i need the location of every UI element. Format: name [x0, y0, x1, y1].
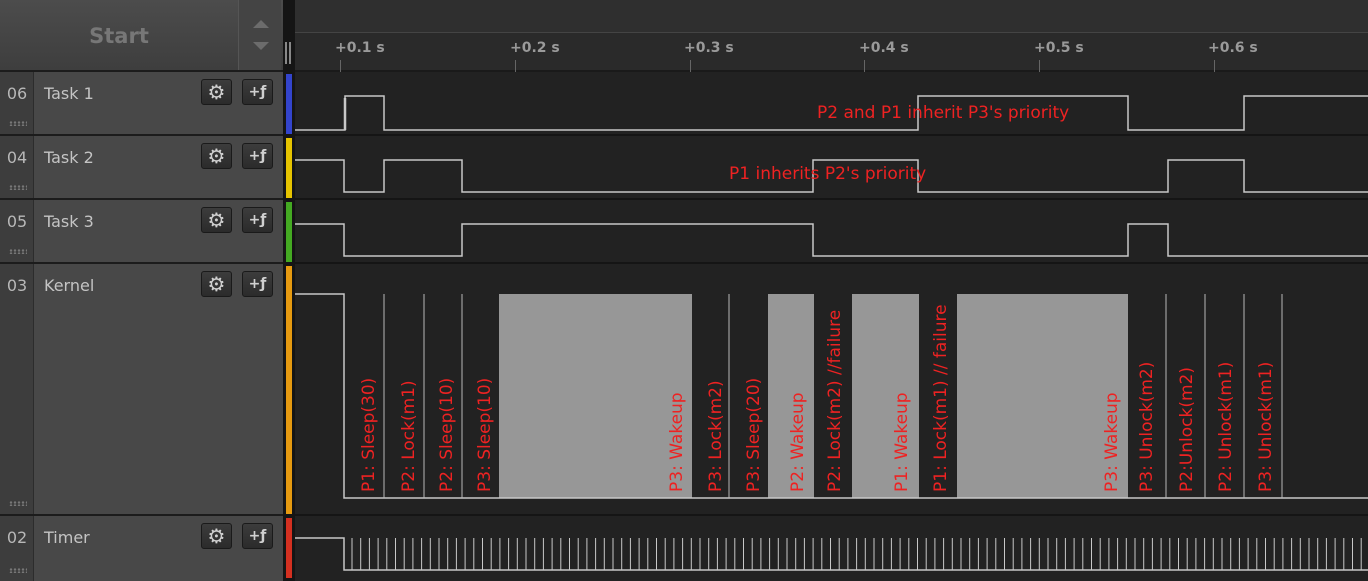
kernel-event-label: P3: Wakeup: [1102, 392, 1122, 492]
scroll-up-icon[interactable]: [253, 20, 269, 28]
ruler-scrollbar[interactable]: [295, 0, 1368, 33]
scroll-down-icon[interactable]: [253, 42, 269, 50]
channel-color-kernel: [286, 266, 292, 514]
start-button[interactable]: Start: [0, 0, 238, 72]
trace-task3: [295, 223, 1368, 257]
channel-number-cell: 04: [0, 136, 34, 198]
ruler-tick-mark: [1039, 60, 1040, 72]
trigger-add-button[interactable]: +ƒ: [242, 143, 273, 169]
channel-name: Task 1: [44, 84, 94, 103]
kernel-event-label: P2: Sleep(10): [437, 377, 457, 492]
annotation-task1: P2 and P1 inherit P3's priority: [817, 103, 1070, 123]
kernel-event-label: P1: Wakeup: [892, 392, 912, 492]
ruler-tick-mark: [1214, 60, 1215, 72]
kernel-event-label: P3: Sleep(10): [475, 377, 495, 492]
ruler-tick-mark: [690, 60, 691, 72]
ruler-tick-label: +0.1 s: [335, 40, 385, 56]
drag-handle-icon[interactable]: [9, 501, 27, 506]
ruler-tick-label: +0.6 s: [1208, 40, 1258, 56]
kernel-event-label: P1: Lock(m1) // failure: [931, 304, 951, 492]
channel-number: 03: [6, 276, 28, 295]
ruler-tick-label: +0.4 s: [859, 40, 909, 56]
ruler-tick-mark: [340, 60, 341, 72]
kernel-event-label: P3: Sleep(20): [744, 377, 764, 492]
channel-number: 06: [6, 84, 28, 103]
settings-gear-icon[interactable]: ⚙: [201, 143, 232, 169]
ruler-tick-label: +0.2 s: [510, 40, 560, 56]
channel-row-task3[interactable]: 05 Task 3 ⚙ +ƒ: [0, 200, 283, 264]
kernel-event-label: P2: Unlock(m1): [1216, 361, 1236, 492]
trigger-add-button[interactable]: +ƒ: [242, 207, 273, 233]
channel-color-stripe: [283, 0, 295, 581]
header-scroller[interactable]: [238, 0, 281, 70]
channel-row-task2[interactable]: 04 Task 2 ⚙ +ƒ: [0, 136, 283, 200]
channel-number: 04: [6, 148, 28, 167]
channel-number-cell: 03: [0, 264, 34, 514]
kernel-event-label: P2: Wakeup: [788, 392, 808, 492]
channel-color-timer: [286, 518, 292, 578]
channel-number: 05: [6, 212, 28, 231]
kernel-event-label: P3: Wakeup: [667, 392, 687, 492]
channel-row-task1[interactable]: 06 Task 1 ⚙ +ƒ: [0, 72, 283, 136]
kernel-event-label: P2:Unlock(m2): [1177, 367, 1197, 492]
channel-number-cell: 06: [0, 72, 34, 134]
split-handle-icon[interactable]: [289, 42, 291, 64]
ruler-tick-mark: [864, 60, 865, 72]
settings-gear-icon[interactable]: ⚙: [201, 523, 232, 549]
channel-panel: Start 06 Task 1 ⚙ +ƒ 04 Task 2 ⚙ +ƒ 05 T…: [0, 0, 283, 581]
kernel-event-label: P2: Lock(m1): [399, 380, 419, 492]
drag-handle-icon[interactable]: [9, 568, 27, 573]
channel-name: Task 3: [44, 212, 94, 231]
kernel-event-label: P3: Lock(m2): [706, 380, 726, 492]
drag-handle-icon[interactable]: [9, 249, 27, 254]
channel-color-task3: [286, 202, 292, 262]
split-handle-icon[interactable]: [285, 42, 287, 64]
drag-handle-icon[interactable]: [9, 121, 27, 126]
settings-gear-icon[interactable]: ⚙: [201, 207, 232, 233]
kernel-busy-blocks: [499, 294, 1128, 498]
kernel-event-label: P3: Unlock(m2): [1137, 361, 1157, 492]
channel-name: Kernel: [44, 276, 95, 295]
channel-name: Timer: [44, 528, 90, 547]
waveform-area[interactable]: P2 and P1 inherit P3's priority P1 inher…: [295, 72, 1368, 581]
start-header: Start: [0, 0, 283, 72]
annotation-task2: P1 inherits P2's priority: [729, 164, 927, 184]
channel-row-kernel[interactable]: 03 Kernel ⚙ +ƒ: [0, 264, 283, 516]
trigger-add-button[interactable]: +ƒ: [242, 271, 273, 297]
trigger-add-button[interactable]: +ƒ: [242, 79, 273, 105]
kernel-event-label: P2: Lock(m2) //failure: [825, 309, 845, 492]
channel-number-cell: 02: [0, 516, 34, 581]
channel-row-timer[interactable]: 02 Timer ⚙ +ƒ: [0, 516, 283, 581]
settings-gear-icon[interactable]: ⚙: [201, 79, 232, 105]
ruler-tick-mark: [515, 60, 516, 72]
time-ruler[interactable]: +0.1 s +0.2 s +0.3 s +0.4 s +0.5 s +0.6 …: [295, 0, 1368, 72]
drag-handle-icon[interactable]: [9, 185, 27, 190]
ruler-tick-label: +0.5 s: [1034, 40, 1084, 56]
trigger-add-button[interactable]: +ƒ: [242, 523, 273, 549]
channel-number: 02: [6, 528, 28, 547]
channel-number-cell: 05: [0, 200, 34, 262]
ruler-tick-label: +0.3 s: [684, 40, 734, 56]
kernel-event-label: P3: Unlock(m1): [1256, 361, 1276, 492]
settings-gear-icon[interactable]: ⚙: [201, 271, 232, 297]
channel-color-task1: [286, 74, 292, 134]
kernel-event-label: P1: Sleep(30): [359, 377, 379, 492]
channel-name: Task 2: [44, 148, 94, 167]
channel-color-task2: [286, 138, 292, 198]
